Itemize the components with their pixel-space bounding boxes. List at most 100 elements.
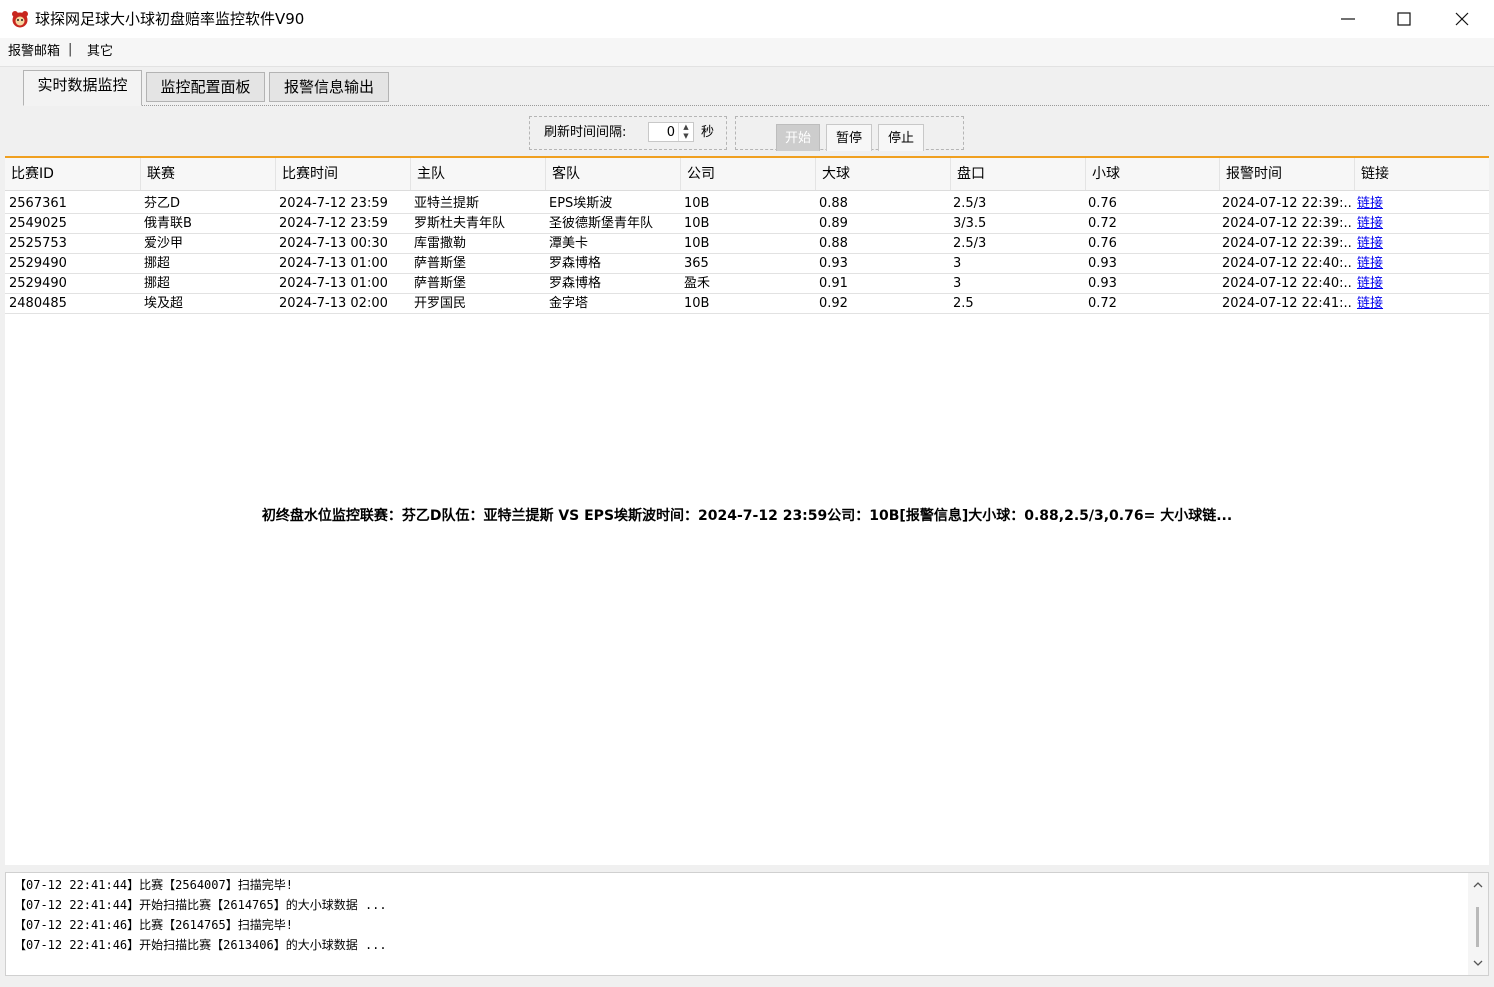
tab-realtime-monitor[interactable]: 实时数据监控 [23,70,142,106]
stepper-up-icon[interactable]: ▲ [679,123,693,132]
cell-alarm-time: 2024-07-12 22:40:... [1222,256,1353,271]
cell-alarm-time: 2024-07-12 22:39:... [1222,196,1353,211]
alert-message: 初终盘水位监控联赛：芬乙D队伍：亚特兰提斯 VS EPS埃斯波时间：2024-7… [261,508,1233,524]
app-logo-icon [11,10,29,28]
table-row[interactable]: 2567361 芬乙D 2024-7-12 23:59 亚特兰提斯 EPS埃斯波 10B 0… [5,194,1489,214]
stop-button[interactable]: 停止 [878,124,924,151]
cell-match-id: 2529490 [9,256,67,271]
refresh-interval-value[interactable]: 0 [667,124,675,141]
cell-match-id: 2567361 [9,196,67,211]
cell-match-time: 2024-7-12 23:59 [279,196,388,211]
header-company[interactable]: 公司 [680,158,815,190]
cell-league: 俄青联B [144,216,192,231]
header-league[interactable]: 联赛 [140,158,275,190]
minimize-icon [1341,18,1355,20]
status-strip [0,977,1494,987]
pause-button[interactable]: 暂停 [826,124,872,151]
monitor-toolbar: 刷新时间间隔: 0 ▲ ▼ 秒 开始 暂停 停止 [5,108,1489,156]
tab-divider [28,105,1489,106]
realtime-monitor-panel: 刷新时间间隔: 0 ▲ ▼ 秒 开始 暂停 停止 比赛ID 联赛 比赛时间 主队 客队公… [5,108,1489,865]
cell-away-team: 罗森博格 [549,276,602,291]
cell-handicap: 2.5/3 [953,196,987,211]
cell-under: 0.72 [1088,216,1117,231]
monitor-control-group: 开始 暂停 停止 [735,116,964,151]
cell-link[interactable]: 链接 [1355,194,1415,213]
scroll-up-icon[interactable] [1472,879,1484,891]
tab-alarm-output[interactable]: 报警信息输出 [269,72,389,102]
cell-match-time: 2024-7-13 01:00 [279,276,388,291]
tab-monitor-config[interactable]: 监控配置面板 [146,72,265,102]
cell-under: 0.76 [1088,236,1117,251]
grid-body: 2567361 芬乙D 2024-7-12 23:59 亚特兰提斯 EPS埃斯波 10B 0… [5,194,1489,314]
menu-bar: 报警邮箱 | 其它 [0,38,1494,67]
scroll-down-icon[interactable] [1472,957,1484,969]
cell-alarm-time: 2024-07-12 22:40:... [1222,276,1353,291]
cell-over: 0.91 [819,276,848,291]
header-handicap[interactable]: 盘口 [950,158,1085,190]
cell-away-team: 罗森博格 [549,256,602,271]
stepper-down-icon[interactable]: ▼ [679,132,693,141]
table-row[interactable]: 2525753 爱沙甲 2024-7-13 00:30 库雷撒勒 潭美卡 10B 0.88 2… [5,234,1489,254]
cell-home-team: 开罗国民 [414,296,467,311]
refresh-interval-label: 刷新时间间隔: [544,125,627,140]
cell-home-team: 萨普斯堡 [414,276,467,291]
cell-under: 0.72 [1088,296,1117,311]
header-over[interactable]: 大球 [815,158,950,190]
cell-link[interactable]: 链接 [1355,254,1415,273]
title-bar: 球探网足球大小球初盘赔率监控软件V90 [0,0,1494,38]
cell-alarm-time: 2024-07-12 22:41:... [1222,296,1353,311]
cell-handicap: 3/3.5 [953,216,987,231]
cell-home-team: 萨普斯堡 [414,256,467,271]
close-icon [1455,12,1469,26]
header-alarm-time[interactable]: 报警时间 [1219,158,1354,190]
cell-link[interactable]: 链接 [1355,234,1415,253]
log-scrollbar[interactable] [1468,873,1488,975]
cell-away-team: 金字塔 [549,296,589,311]
cell-handicap: 2.5 [953,296,974,311]
cell-away-team: 圣彼德斯堡青年队 [549,216,654,231]
cell-link[interactable]: 链接 [1355,294,1415,313]
scroll-thumb[interactable] [1476,907,1479,947]
window-title: 球探网足球大小球初盘赔率监控软件V90 [35,10,305,28]
header-away-team[interactable]: 客队 [545,158,680,190]
cell-match-id: 2525753 [9,236,67,251]
cell-handicap: 2.5/3 [953,236,987,251]
cell-over: 0.88 [819,196,848,211]
close-button[interactable] [1434,0,1490,38]
start-button[interactable]: 开始 [776,124,820,151]
grid-header: 比赛ID 联赛 比赛时间 主队 客队 公司 大球 盘口 小球 报警时间 链接 [5,158,1489,191]
header-match-time[interactable]: 比赛时间 [275,158,410,190]
cell-match-time: 2024-7-13 01:00 [279,256,388,271]
cell-league: 爱沙甲 [144,236,184,251]
header-match-id[interactable]: 比赛ID [5,158,140,190]
maximize-icon [1397,12,1411,26]
header-home-team[interactable]: 主队 [410,158,545,190]
cell-over: 0.92 [819,296,848,311]
cell-match-id: 2480485 [9,296,67,311]
cell-under: 0.93 [1088,276,1117,291]
table-row[interactable]: 2480485 埃及超 2024-7-13 02:00 开罗国民 金字塔 10B 0.92 2… [5,294,1489,314]
cell-link[interactable]: 链接 [1355,214,1415,233]
cell-away-team: 潭美卡 [549,236,589,251]
menu-other[interactable]: 其它 [87,43,113,61]
cell-link[interactable]: 链接 [1355,274,1415,293]
cell-company: 10B [684,296,710,311]
cell-match-time: 2024-7-13 00:30 [279,236,388,251]
table-row[interactable]: 2529490 挪超 2024-7-13 01:00 萨普斯堡 罗森博格 365 0.93 3… [5,254,1489,274]
maximize-button[interactable] [1376,0,1432,38]
table-row[interactable]: 2549025 俄青联B 2024-7-12 23:59 罗斯杜夫青年队 圣彼德斯堡青年… [5,214,1489,234]
stepper-arrows: ▲ ▼ [678,123,693,141]
cell-match-time: 2024-7-12 23:59 [279,216,388,231]
table-row[interactable]: 2529490 挪超 2024-7-13 01:00 萨普斯堡 罗森博格 盈禾 0.91 3 0… [5,274,1489,294]
minimize-button[interactable] [1320,0,1376,38]
cell-over: 0.88 [819,236,848,251]
header-link[interactable]: 链接 [1354,158,1489,190]
log-panel[interactable]: 【07-12 22:41:44】比赛【2564007】扫描完毕! 【07-12 2… [5,872,1489,976]
refresh-interval-stepper[interactable]: 0 ▲ ▼ [648,122,694,142]
cell-company: 365 [684,256,709,271]
header-under[interactable]: 小球 [1085,158,1219,190]
cell-company: 10B [684,196,710,211]
menu-alarm-email[interactable]: 报警邮箱 [8,43,60,61]
cell-away-team: EPS埃斯波 [549,196,613,211]
cell-match-id: 2549025 [9,216,67,231]
